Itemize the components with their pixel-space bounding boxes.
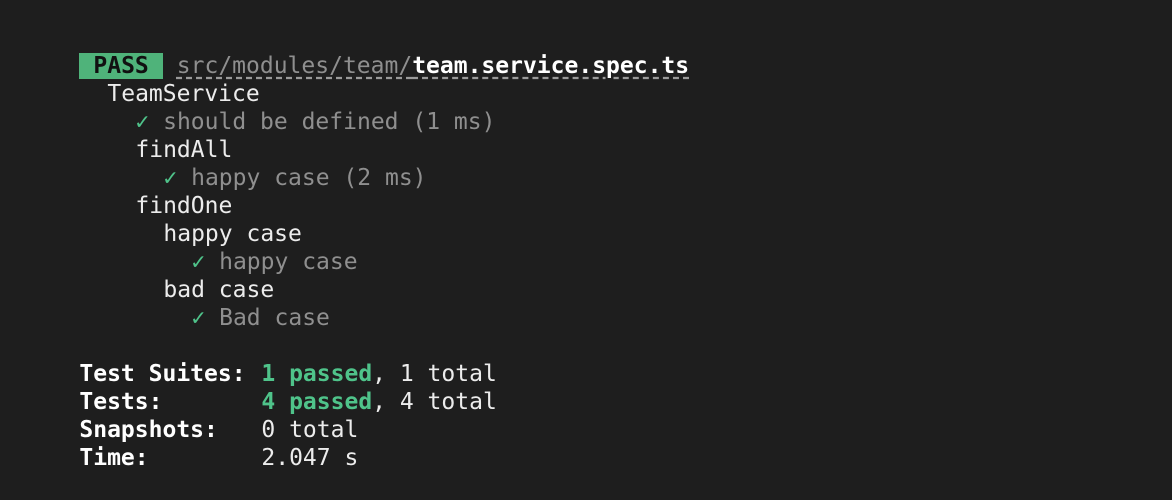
test-name: Bad case xyxy=(219,305,330,331)
check-icon: ✓ xyxy=(135,109,150,135)
test-name: happy case xyxy=(219,249,358,275)
describe-label: bad case xyxy=(163,277,275,303)
passed-count: 1 passed xyxy=(261,361,373,387)
summary-suites: Test Suites: 1 passed, 1 total xyxy=(24,332,1172,387)
summary-label: Time: xyxy=(79,445,149,471)
check-icon: ✓ xyxy=(163,165,178,191)
pass-badge: PASS xyxy=(79,53,163,79)
test-name: should be defined (1 ms) xyxy=(163,109,496,135)
test-file-dir: src/modules/team/ xyxy=(176,53,413,79)
summary-label: Test Suites: xyxy=(79,361,246,387)
check-icon: ✓ xyxy=(191,249,206,275)
test-file-name: team.service.spec.ts xyxy=(412,53,690,79)
check-icon: ✓ xyxy=(191,305,206,331)
passed-count: 4 passed xyxy=(261,389,373,415)
time-value: 2.047 s xyxy=(261,445,359,471)
total-count: , 1 total xyxy=(372,361,497,387)
describe-label: happy case xyxy=(163,221,302,247)
snapshots-value: 0 total xyxy=(261,417,359,443)
summary-label: Snapshots: xyxy=(79,417,218,443)
describe-label: findOne xyxy=(135,193,233,219)
test-file-header: PASS src/modules/team/team.service.spec.t… xyxy=(24,24,1172,79)
test-name: happy case (2 ms) xyxy=(191,165,427,191)
total-count: , 4 total xyxy=(372,389,497,415)
summary-label: Tests: xyxy=(79,389,163,415)
describe-label: TeamService xyxy=(107,81,260,107)
test-file-path[interactable]: src/modules/team/team.service.spec.ts xyxy=(177,53,689,79)
describe-label: findAll xyxy=(135,137,233,163)
terminal-output: PASS src/modules/team/team.service.spec.t… xyxy=(24,24,1172,471)
